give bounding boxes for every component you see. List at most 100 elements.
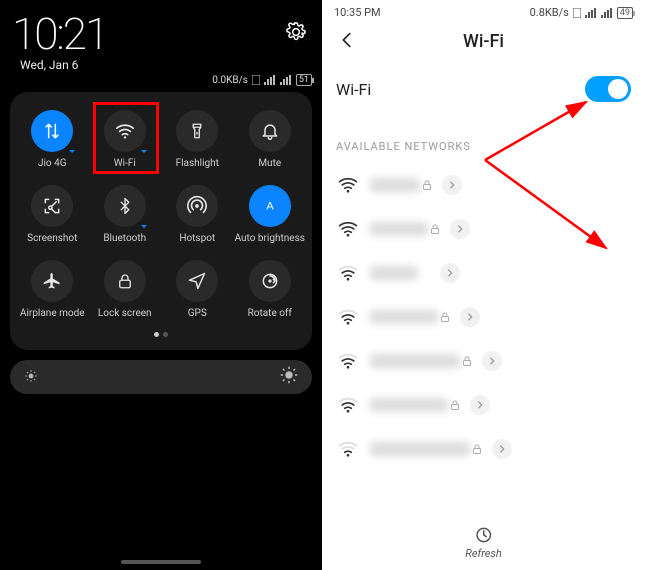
lock-icon <box>438 310 452 324</box>
screenshot-toggle-label: Screenshot <box>27 233 77 244</box>
wifi-master-row[interactable]: Wi-Fi <box>330 66 637 112</box>
airplane-toggle[interactable]: Airplane mode <box>16 256 89 325</box>
status-time: 10:35 PM <box>334 6 381 19</box>
network-list <box>330 163 637 471</box>
network-row[interactable] <box>330 207 637 251</box>
network-row[interactable] <box>330 383 637 427</box>
brightness-slider[interactable] <box>10 360 312 394</box>
gps-toggle[interactable]: GPS <box>161 256 234 325</box>
screen-header: Wi-Fi <box>330 27 637 66</box>
flashlight-toggle[interactable]: Flashlight <box>161 106 234 175</box>
lock-icon <box>420 178 434 192</box>
wifi-toggle-label: Wi-Fi <box>114 158 136 169</box>
network-name <box>370 266 418 280</box>
chevron-left-icon <box>336 29 358 51</box>
signal-icon-2 <box>601 8 613 18</box>
sim-icon <box>573 8 581 18</box>
wifi-strength-icon <box>336 176 360 194</box>
rotate-toggle-circle[interactable] <box>249 260 291 302</box>
lock-toggle-circle[interactable] <box>104 260 146 302</box>
lock-icon <box>460 354 474 368</box>
wifi-toggle-switch[interactable] <box>585 76 631 102</box>
available-networks-label: AVAILABLE NETWORKS <box>330 112 637 163</box>
network-name <box>370 398 448 412</box>
auto-brightness-toggle[interactable]: A Auto brightness <box>234 181 307 250</box>
chevron-right-icon[interactable] <box>460 307 480 327</box>
flashlight-toggle-circle[interactable] <box>176 110 218 152</box>
screenshot-toggle[interactable]: Screenshot <box>16 181 89 250</box>
lock-icon <box>470 442 484 456</box>
wifi-strength-icon <box>336 440 360 458</box>
network-name <box>370 222 428 236</box>
network-row[interactable] <box>330 427 637 471</box>
brightness-low-icon <box>24 368 38 387</box>
battery-indicator: 51 <box>296 74 312 86</box>
mute-toggle-circle[interactable] <box>249 110 291 152</box>
network-name <box>370 442 470 456</box>
lock-toggle-label: Lock screen <box>98 308 152 319</box>
hotspot-toggle-circle[interactable] <box>176 185 218 227</box>
wifi-strength-icon <box>336 396 360 414</box>
network-name <box>370 354 460 368</box>
network-row[interactable] <box>330 339 637 383</box>
quick-settings-panel: Jio 4G Wi-Fi Flashlight Mute Screenshot Bluet… <box>10 92 312 350</box>
gear-icon <box>286 22 306 42</box>
auto-brightness-toggle-label: Auto brightness <box>235 233 305 244</box>
hotspot-toggle[interactable]: Hotspot <box>161 181 234 250</box>
data-toggle[interactable]: Jio 4G <box>16 106 89 175</box>
sim-icon <box>252 75 260 85</box>
brightness-high-icon <box>280 366 298 388</box>
network-name <box>370 178 420 192</box>
chevron-right-icon[interactable] <box>440 263 460 283</box>
flashlight-toggle-label: Flashlight <box>176 158 219 169</box>
gps-toggle-circle[interactable] <box>176 260 218 302</box>
bluetooth-toggle-circle[interactable] <box>104 185 146 227</box>
bluetooth-toggle-label: Bluetooth <box>103 233 146 244</box>
page-title: Wi-Fi <box>463 31 504 52</box>
wifi-strength-icon <box>336 308 360 326</box>
wifi-strength-icon <box>336 264 360 282</box>
lock-icon <box>428 222 442 236</box>
wifi-strength-icon <box>336 352 360 370</box>
signal-icon <box>585 8 597 18</box>
quick-settings-shade: 10:21 Wed, Jan 6 0.0KB/s 51 Jio 4G Wi-Fi F… <box>0 0 322 570</box>
signal-icon-2 <box>280 75 292 85</box>
refresh-label: Refresh <box>465 547 502 560</box>
bluetooth-toggle[interactable]: Bluetooth <box>89 181 162 250</box>
network-row[interactable] <box>330 295 637 339</box>
chevron-right-icon[interactable] <box>492 439 512 459</box>
mute-toggle-label: Mute <box>258 158 281 169</box>
screenshot-toggle-circle[interactable] <box>31 185 73 227</box>
status-area: 10:21 Wed, Jan 6 <box>6 6 316 72</box>
page-indicator <box>16 325 306 340</box>
network-row[interactable] <box>330 251 637 295</box>
gps-toggle-label: GPS <box>188 308 207 319</box>
chevron-right-icon[interactable] <box>442 175 462 195</box>
lock-icon <box>448 398 462 412</box>
svg-text:A: A <box>266 201 274 213</box>
data-toggle-circle[interactable] <box>31 110 73 152</box>
date: Wed, Jan 6 <box>12 58 107 72</box>
chevron-right-icon[interactable] <box>482 351 502 371</box>
nav-handle[interactable] <box>121 560 201 564</box>
rotate-toggle[interactable]: Rotate off <box>234 256 307 325</box>
wifi-toggle[interactable]: Wi-Fi <box>89 106 162 175</box>
lock-toggle[interactable]: Lock screen <box>89 256 162 325</box>
mute-toggle[interactable]: Mute <box>234 106 307 175</box>
back-button[interactable] <box>336 29 358 55</box>
auto-brightness-toggle-circle[interactable]: A <box>249 185 291 227</box>
battery-indicator: 49 <box>617 7 633 19</box>
airplane-toggle-circle[interactable] <box>31 260 73 302</box>
airplane-toggle-label: Airplane mode <box>20 308 85 319</box>
refresh-button[interactable]: Refresh <box>465 525 502 560</box>
refresh-icon <box>474 525 494 545</box>
settings-button[interactable] <box>286 12 310 46</box>
wifi-strength-icon <box>336 220 360 238</box>
wifi-toggle-circle[interactable] <box>104 110 146 152</box>
chevron-right-icon[interactable] <box>450 219 470 239</box>
wifi-toggle-label: Wi-Fi <box>336 80 371 99</box>
status-icons: 0.0KB/s 51 <box>212 74 312 86</box>
chevron-right-icon[interactable] <box>470 395 490 415</box>
clock: 10:21 <box>12 12 107 56</box>
network-row[interactable] <box>330 163 637 207</box>
